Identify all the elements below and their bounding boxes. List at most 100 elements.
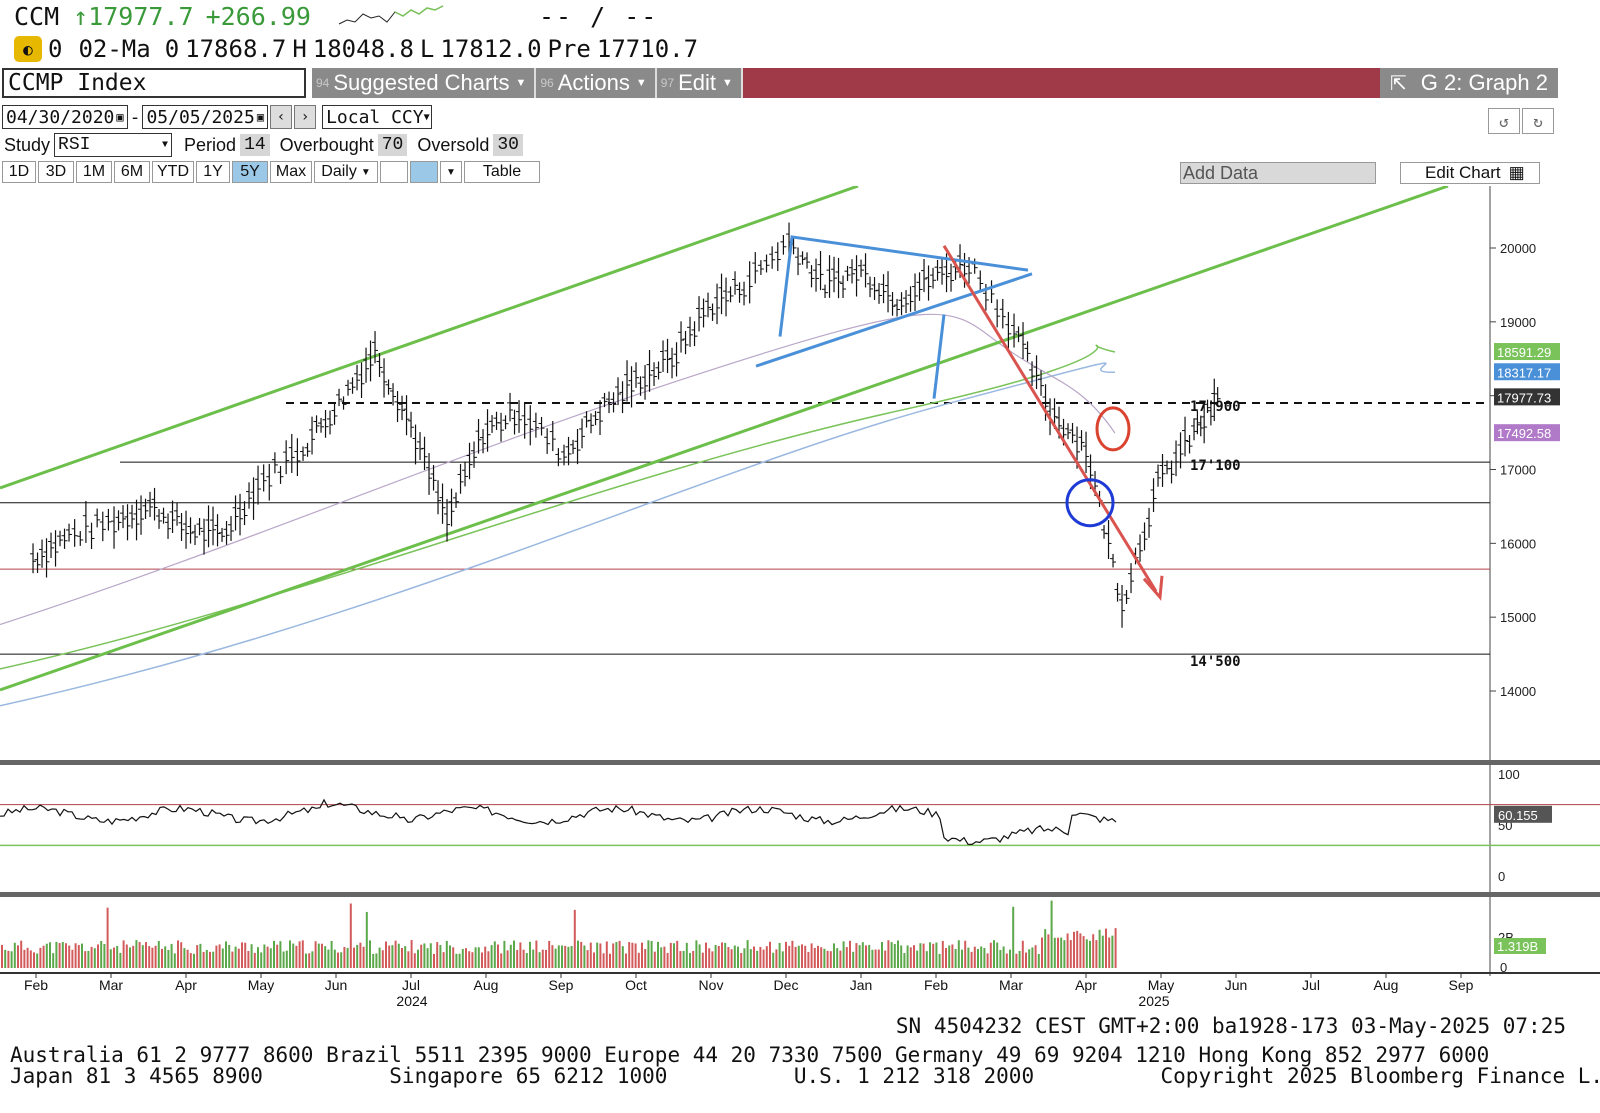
period-input[interactable]: 14: [240, 134, 270, 156]
period-button-5y[interactable]: 5Y: [232, 161, 268, 183]
prev-range-button[interactable]: ‹: [270, 105, 293, 129]
month-label: Dec: [774, 977, 799, 993]
price-tag-label: 17977.73: [1497, 390, 1551, 405]
month-label: Mar: [99, 977, 123, 993]
start-date-field[interactable]: 04/30/2020 ▣: [2, 105, 128, 129]
calendar-icon[interactable]: ▣: [116, 110, 123, 124]
edit-num: 97: [660, 76, 675, 90]
currency-value: Local CCY: [326, 106, 424, 128]
month-label: Feb: [924, 977, 948, 993]
quote-line: CCM ↑17977.7 +266.99 -- / --: [0, 0, 658, 32]
pane-divider: [0, 760, 1600, 765]
price-tick-label: 16000: [1500, 536, 1536, 551]
suggested-charts-menu[interactable]: 94 Suggested Charts ▼: [312, 68, 537, 98]
period-button-1m[interactable]: 1M: [76, 161, 112, 183]
price-tick-label: 19000: [1500, 315, 1536, 330]
period-button-1d[interactable]: 1D: [2, 161, 36, 183]
month-label: Jul: [402, 977, 420, 993]
edit-chart-button[interactable]: Edit Chart ▦: [1400, 162, 1540, 184]
period-button-1y[interactable]: 1Y: [196, 161, 230, 183]
price-chart[interactable]: 1400015000160001700018000190002000017'90…: [0, 186, 1600, 1010]
high-value: 18048.8: [312, 35, 414, 63]
period-button-6m[interactable]: 6M: [114, 161, 150, 183]
volume-last-value: 1.319B: [1497, 939, 1538, 954]
frequency-value: Daily: [321, 163, 357, 180]
study-select[interactable]: RSI ▼: [54, 133, 173, 157]
chart-type-button[interactable]: [380, 161, 408, 183]
period-button-ytd[interactable]: YTD: [152, 161, 194, 183]
oversold-input[interactable]: 30: [493, 134, 523, 156]
security-field[interactable]: CCMP Index: [2, 68, 306, 98]
low-label: L: [419, 35, 435, 63]
period-label: Period: [184, 134, 237, 155]
month-label: Aug: [1374, 977, 1399, 993]
month-label: Apr: [175, 977, 197, 993]
chart-type-dropdown[interactable]: ▼: [440, 161, 462, 183]
study-value: RSI: [58, 135, 91, 155]
month-label: May: [1148, 977, 1174, 993]
last-price: ↑17977.7: [73, 1, 194, 31]
month-label: Jan: [850, 977, 873, 993]
add-data-input[interactable]: Add Data: [1180, 162, 1376, 184]
price-pane: [0, 186, 1490, 760]
period-button-3d[interactable]: 3D: [38, 161, 74, 183]
popout-icon[interactable]: ⇱: [1390, 71, 1407, 96]
month-label: Nov: [699, 977, 724, 993]
edit-chart-label: Edit Chart: [1425, 163, 1501, 182]
sparkline: [338, 5, 444, 25]
command-bar: CCMP Index 94 Suggested Charts ▼ 96 Acti…: [0, 66, 1600, 100]
next-range-button[interactable]: ›: [294, 105, 317, 129]
month-label: Sep: [549, 977, 574, 993]
year-label: 2025: [1138, 993, 1169, 1009]
chevron-down-icon: ▼: [635, 77, 647, 89]
currency-select[interactable]: Local CCY ▼: [322, 105, 433, 129]
redo-button[interactable]: ↻: [1522, 108, 1554, 134]
gauge-icon[interactable]: ◐: [14, 36, 42, 62]
frequency-select[interactable]: Daily ▼: [314, 161, 378, 183]
edit-menu[interactable]: 97 Edit ▼: [656, 68, 743, 98]
study-bar: Study RSI ▼ Period 14 Overbought 70 Over…: [0, 132, 523, 158]
date-range-bar: 04/30/2020 ▣ - 05/05/2025 ▣ ‹ › Local CC…: [0, 104, 433, 130]
edit-label: Edit: [678, 70, 717, 95]
candle-type-button[interactable]: [410, 161, 438, 183]
rsi-line: [0, 798, 1117, 846]
end-date-field[interactable]: 05/05/2025 ▣: [142, 105, 269, 129]
bid-ask: -- / --: [538, 1, 659, 31]
overbought-input[interactable]: 70: [377, 134, 408, 156]
price-tick-label: 17000: [1500, 463, 1536, 478]
month-label: Jun: [1225, 977, 1248, 993]
calendar-icon[interactable]: ▣: [257, 110, 264, 124]
month-label: Sep: [1449, 977, 1474, 993]
month-label: Jun: [325, 977, 348, 993]
level-label: 14'500: [1190, 654, 1241, 670]
suggested-num: 94: [316, 76, 330, 90]
month-label: Aug: [474, 977, 499, 993]
month-label: Mar: [999, 977, 1023, 993]
chart-edit-icon: ▦: [1508, 163, 1525, 182]
price-tick-label: 20000: [1500, 241, 1536, 256]
graph-tab[interactable]: ⇱ G 2: Graph 2: [1380, 68, 1558, 98]
period-button-max[interactable]: Max: [270, 161, 312, 183]
chevron-down-icon: ▼: [360, 166, 371, 178]
chevron-down-icon: ▼: [722, 77, 733, 89]
undo-button[interactable]: ↺: [1488, 108, 1520, 134]
month-label: Feb: [24, 977, 48, 993]
session-info: SN 4504232 CEST GMT+2:00 ba1928-173 03-M…: [895, 1014, 1566, 1038]
range-sep: -: [129, 106, 141, 128]
month-label: Jul: [1302, 977, 1320, 993]
chevron-down-icon: ▼: [423, 111, 430, 123]
actions-label: Actions: [557, 70, 630, 95]
open-value: 17868.7: [185, 35, 287, 63]
price-tick-label: 14000: [1500, 684, 1536, 699]
study-label: Study: [4, 134, 51, 155]
table-button[interactable]: Table: [464, 161, 540, 183]
accent-bar: [742, 68, 1380, 98]
graph-label: G 2: Graph 2: [1420, 70, 1548, 95]
price-tag-label: 17492.58: [1497, 426, 1551, 441]
actions-menu[interactable]: 96 Actions ▼: [536, 68, 657, 98]
contact-info: Australia 61 2 9777 8600 Brazil 5511 239…: [10, 1045, 1600, 1087]
actions-num: 96: [540, 76, 554, 90]
quote-date: 02-Ma: [78, 35, 151, 63]
ohlc-line: ◐ 0 02-Ma 0 17868.7 H 18048.8 L 17812.0 …: [0, 34, 704, 64]
time-axis-line: [0, 972, 1600, 974]
